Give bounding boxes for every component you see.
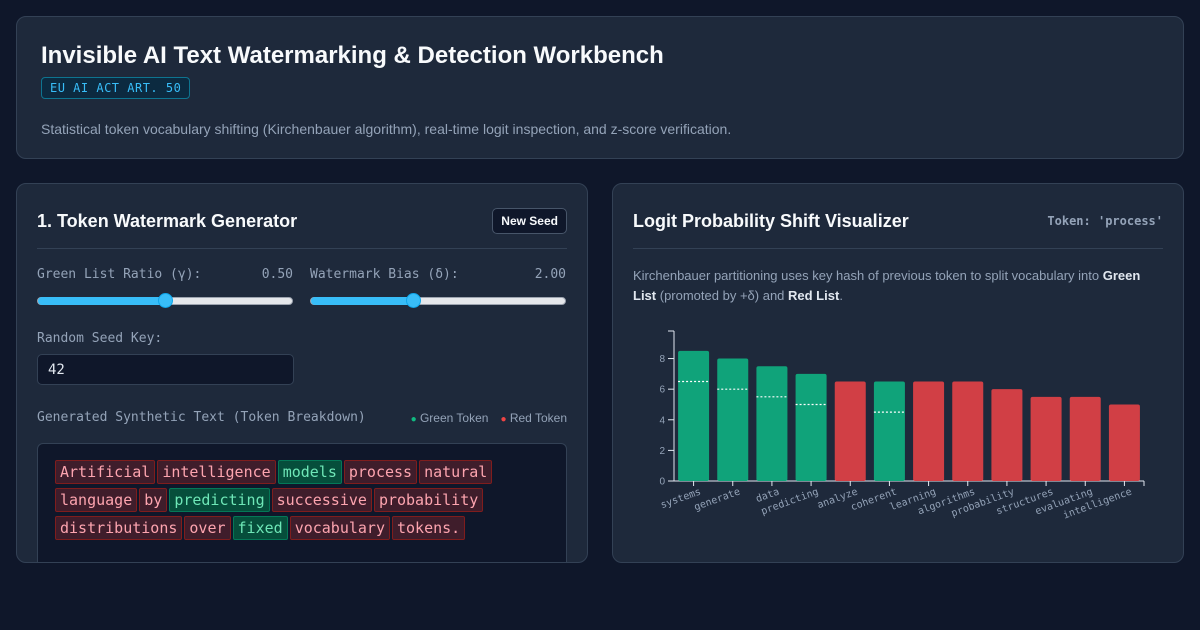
bar-red (1030, 396, 1062, 481)
gamma-value: 0.50 (261, 267, 293, 282)
page-subtitle: Statistical token vocabulary shifting (K… (41, 121, 732, 137)
token-legend: ● Green Token ● Red Token (411, 411, 567, 425)
gamma-slider[interactable] (37, 293, 293, 308)
visualizer-description: Kirchenbauer partitioning uses key hash … (633, 268, 1141, 303)
generated-text-label: Generated Synthetic Text (Token Breakdow… (37, 410, 366, 425)
token-output-box: Artificial intelligence models process natur… (37, 443, 567, 562)
current-token-label: Token: 'process' (1047, 214, 1163, 228)
logit-bar-chart: 02468systemsgenerate datapredictinganalyz… (659, 330, 1145, 522)
token-red[interactable]: vocabulary (289, 516, 390, 540)
delta-value: 2.00 (534, 267, 566, 282)
bar-green (795, 373, 827, 481)
delta-control: Watermark Bias (δ): 2.00 (310, 267, 566, 308)
token-red[interactable]: successive (271, 488, 372, 512)
delta-slider[interactable] (310, 293, 566, 308)
red-list-term: Red List (788, 288, 840, 303)
visualizer-panel: Logit Probability Shift Visualizer Token… (612, 183, 1184, 563)
y-tick-label: 2 (659, 446, 665, 457)
token-red[interactable]: Artificial (55, 460, 156, 484)
token-red[interactable]: language (55, 488, 138, 512)
generated-text-header: Generated Synthetic Text (Token Breakdow… (37, 410, 567, 425)
token-red[interactable]: by (139, 488, 168, 512)
delta-label: Watermark Bias (δ): (310, 267, 459, 282)
token-red[interactable]: process (343, 460, 418, 484)
token-red[interactable]: distributions (55, 516, 183, 540)
header-card: Invisible AI Text Watermarking & Detecti… (16, 16, 1184, 159)
y-tick-label: 0 (659, 477, 665, 488)
bar-red (834, 381, 866, 481)
visualizer-title: Logit Probability Shift Visualizer (633, 210, 909, 231)
token-red[interactable]: over (184, 516, 231, 540)
slider-row: Green List Ratio (γ): 0.50 Watermark Bia… (37, 267, 567, 308)
bar-green (717, 358, 749, 481)
generator-title: 1. Token Watermark Generator (37, 210, 298, 231)
generator-panel: 1. Token Watermark Generator New Seed Gr… (16, 183, 588, 563)
token-red[interactable]: tokens. (392, 516, 466, 540)
y-tick-label: 8 (659, 354, 665, 365)
gamma-control: Green List Ratio (γ): 0.50 (37, 267, 293, 308)
legend-green: ● Green Token (410, 410, 489, 425)
green-dot-icon: ● (410, 413, 417, 425)
gamma-slider-thumb[interactable] (158, 293, 173, 308)
token-red[interactable]: intelligence (157, 460, 276, 484)
visualizer-header: Logit Probability Shift Visualizer Token… (633, 204, 1163, 249)
gamma-slider-fill (38, 297, 165, 305)
red-dot-icon: ● (500, 413, 507, 425)
new-seed-button[interactable]: New Seed (492, 208, 567, 234)
token-red[interactable]: natural (419, 460, 493, 484)
logit-chart-wrap: 0 2 4 6 8 systems generate data predicting analyz… (633, 324, 1163, 529)
delta-slider-thumb[interactable] (405, 293, 421, 308)
bar-green (756, 366, 788, 481)
token-list: Artificial intelligence models process natur… (55, 460, 555, 540)
y-tick-label: 4 (659, 415, 665, 426)
gamma-label: Green List Ratio (γ): (37, 267, 202, 282)
seed-label: Random Seed Key: (37, 331, 163, 346)
seed-input[interactable] (37, 354, 294, 385)
compliance-badge: EU AI ACT ART. 50 (41, 77, 191, 99)
bar-green (678, 350, 710, 481)
bar-red (1069, 396, 1101, 481)
generator-header: 1. Token Watermark Generator New Seed (37, 204, 567, 249)
legend-red: ● Red Token (500, 410, 567, 425)
token-green[interactable]: predicting (169, 488, 270, 512)
bar-red (991, 389, 1023, 481)
page-title: Invisible AI Text Watermarking & Detecti… (41, 42, 664, 69)
token-green[interactable]: fixed (232, 516, 288, 540)
token-green[interactable]: models (277, 460, 342, 484)
token-red[interactable]: probability (373, 488, 484, 512)
bar-red (1108, 404, 1140, 481)
bar-red (913, 381, 945, 481)
bar-green (873, 381, 905, 481)
bar-red (952, 381, 984, 481)
y-tick-label: 6 (659, 385, 665, 396)
delta-slider-fill (311, 297, 413, 305)
